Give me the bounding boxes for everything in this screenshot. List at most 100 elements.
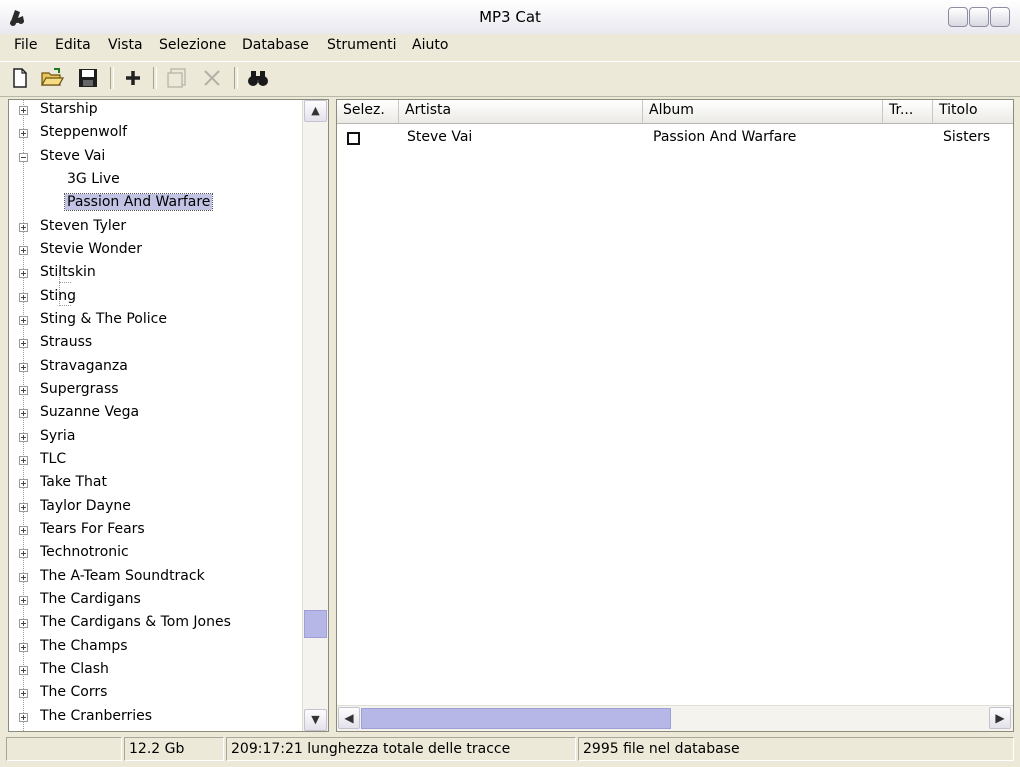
expand-icon[interactable] xyxy=(19,316,28,325)
tree-item-label[interactable]: TLC xyxy=(38,451,68,467)
column-header-selez[interactable]: Selez. xyxy=(337,100,399,124)
scroll-right-arrow-icon[interactable]: ▶ xyxy=(989,707,1011,729)
cell-title: Sisters xyxy=(943,129,991,145)
tree-item-label[interactable]: The Clash xyxy=(38,661,111,677)
expand-icon[interactable] xyxy=(19,619,28,628)
cell-artist: Steve Vai xyxy=(407,129,473,145)
minimize-button[interactable] xyxy=(948,7,968,27)
tree-item-label[interactable]: Starship xyxy=(38,101,100,117)
properties-icon[interactable] xyxy=(165,66,189,90)
toolbar xyxy=(0,61,1020,97)
expand-icon[interactable] xyxy=(19,269,28,278)
tree-item-label[interactable]: Suzanne Vega xyxy=(38,404,141,420)
column-header-album[interactable]: Album xyxy=(643,100,883,124)
maximize-button[interactable] xyxy=(969,7,989,27)
tree-vertical-scrollbar[interactable]: ▲ ▼ xyxy=(302,100,328,731)
expand-icon[interactable] xyxy=(19,339,28,348)
expand-icon[interactable] xyxy=(19,479,28,488)
expand-icon[interactable] xyxy=(19,643,28,652)
expand-icon[interactable] xyxy=(19,503,28,512)
scroll-thumb[interactable] xyxy=(304,610,327,638)
menu-strumenti[interactable]: Strumenti xyxy=(327,37,397,53)
column-header-traccia[interactable]: Tr... xyxy=(883,100,933,124)
tree-item-label[interactable]: The Cranberries xyxy=(38,708,154,724)
status-empty xyxy=(6,737,122,761)
expand-icon[interactable] xyxy=(19,433,28,442)
menu-vista[interactable]: Vista xyxy=(108,37,143,53)
menu-edita[interactable]: Edita xyxy=(55,37,91,53)
expand-icon[interactable] xyxy=(19,713,28,722)
expand-icon[interactable] xyxy=(19,409,28,418)
tree-item-label[interactable]: Syria xyxy=(38,428,77,444)
tree-item-label[interactable]: 3G Live xyxy=(65,171,122,187)
expand-icon[interactable] xyxy=(19,129,28,138)
tree-item-label[interactable]: The Champs xyxy=(38,638,130,654)
expand-icon[interactable] xyxy=(19,596,28,605)
status-file-count: 2995 file nel database xyxy=(578,737,1014,761)
tree-item-label[interactable]: The Cardigans & Tom Jones xyxy=(38,614,233,630)
open-folder-icon[interactable] xyxy=(40,66,64,90)
row-select-checkbox[interactable] xyxy=(347,132,360,145)
menu-aiuto[interactable]: Aiuto xyxy=(412,37,448,53)
scroll-thumb[interactable] xyxy=(361,708,671,729)
expand-icon[interactable] xyxy=(19,549,28,558)
scroll-up-arrow-icon[interactable]: ▲ xyxy=(304,100,327,122)
close-button[interactable] xyxy=(990,7,1010,27)
tree-item-label[interactable]: The Cardigans xyxy=(38,591,143,607)
tree-item-label[interactable]: Sting xyxy=(38,288,78,304)
add-icon[interactable] xyxy=(121,66,145,90)
list-horizontal-scrollbar[interactable]: ◀ ▶ xyxy=(337,705,1013,731)
tree-item-label[interactable]: Steven Tyler xyxy=(38,218,128,234)
find-icon[interactable] xyxy=(246,66,270,90)
scroll-left-arrow-icon[interactable]: ◀ xyxy=(338,707,360,729)
expand-icon[interactable] xyxy=(19,223,28,232)
status-bar: 12.2 Gb 209:17:21 lunghezza totale delle… xyxy=(0,736,1020,767)
expand-icon[interactable] xyxy=(19,386,28,395)
collapse-icon[interactable] xyxy=(19,153,28,162)
tree-item-label[interactable]: Take That xyxy=(38,474,109,490)
expand-icon[interactable] xyxy=(19,526,28,535)
tree-item-label[interactable]: Steve Vai xyxy=(38,148,107,164)
tree-item-label[interactable]: Strauss xyxy=(38,334,94,350)
toolbar-separator xyxy=(153,67,157,89)
title-bar[interactable]: MP3 Cat xyxy=(0,0,1020,35)
tree-item-label[interactable]: Sting & The Police xyxy=(38,311,169,327)
status-total-size: 12.2 Gb xyxy=(124,737,224,761)
column-header-artista[interactable]: Artista xyxy=(399,100,643,124)
toolbar-separator xyxy=(110,67,114,89)
panel-splitter[interactable] xyxy=(329,99,336,732)
expand-icon[interactable] xyxy=(19,666,28,675)
menu-database[interactable]: Database xyxy=(242,37,309,53)
delete-icon[interactable] xyxy=(200,66,224,90)
column-header-titolo[interactable]: Titolo xyxy=(933,100,1013,124)
tree-item-label[interactable]: Tears For Fears xyxy=(38,521,147,537)
tree-item-label[interactable]: The Corrs xyxy=(38,684,109,700)
expand-icon[interactable] xyxy=(19,689,28,698)
tree-item-label[interactable]: Stevie Wonder xyxy=(38,241,144,257)
tree-item-label[interactable]: Technotronic xyxy=(38,544,131,560)
menu-selezione[interactable]: Selezione xyxy=(159,37,226,53)
tree-item-label[interactable]: Taylor Dayne xyxy=(38,498,133,514)
tree-item-label-selected[interactable]: Passion And Warfare xyxy=(63,193,214,211)
tree-item-label[interactable]: Supergrass xyxy=(38,381,121,397)
save-icon[interactable] xyxy=(76,66,100,90)
toolbar-separator xyxy=(234,67,238,89)
expand-icon[interactable] xyxy=(19,573,28,582)
tree-item-label[interactable]: The A-Team Soundtrack xyxy=(38,568,207,584)
expand-icon[interactable] xyxy=(19,246,28,255)
expand-icon[interactable] xyxy=(19,363,28,372)
tree-line xyxy=(59,282,71,283)
window-title: MP3 Cat xyxy=(479,8,541,26)
expand-icon[interactable] xyxy=(19,293,28,302)
track-list[interactable]: Selez. Artista Album Tr... Titolo Steve … xyxy=(336,99,1014,732)
expand-icon[interactable] xyxy=(19,456,28,465)
new-file-icon[interactable] xyxy=(8,66,32,90)
tree-item-label[interactable]: Stiltskin xyxy=(38,264,98,280)
artist-tree[interactable]: Starship Steppenwolf Steve Vai 3G Live P… xyxy=(8,99,329,732)
tree-item-label[interactable]: Stravaganza xyxy=(38,358,130,374)
menu-file[interactable]: File xyxy=(14,37,37,53)
expand-icon[interactable] xyxy=(19,106,28,115)
tree-item-label[interactable]: Steppenwolf xyxy=(38,124,129,140)
scroll-down-arrow-icon[interactable]: ▼ xyxy=(304,709,327,731)
menu-bar: File Edita Vista Selezione Database Stru… xyxy=(0,34,1020,60)
